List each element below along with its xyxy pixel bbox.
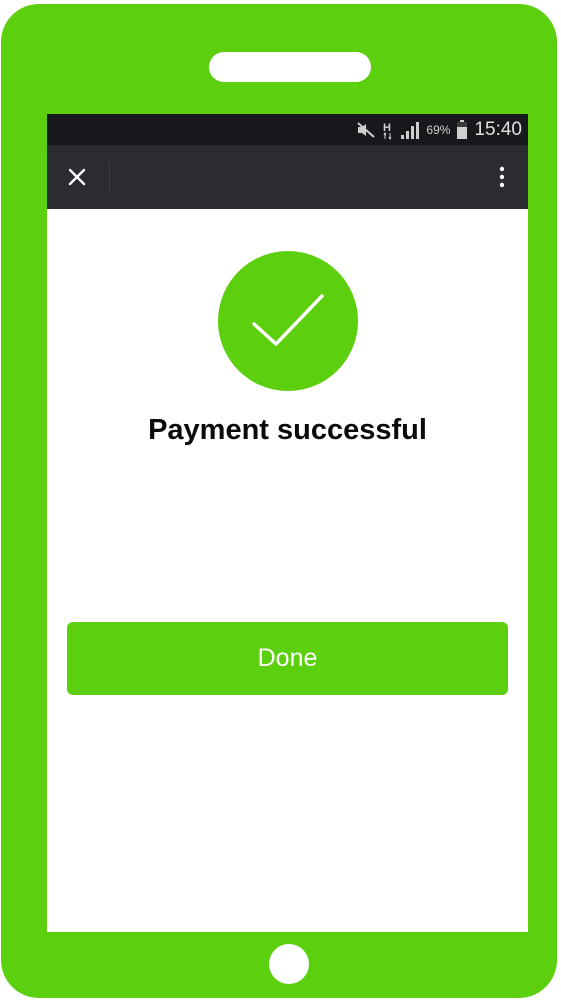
overflow-menu-button[interactable] bbox=[490, 159, 514, 195]
battery-icon bbox=[456, 119, 468, 140]
phone-home-button bbox=[269, 944, 309, 984]
checkmark-icon bbox=[252, 294, 324, 346]
app-bar-divider bbox=[109, 161, 110, 193]
close-button[interactable] bbox=[59, 159, 95, 195]
mute-icon bbox=[356, 121, 376, 138]
phone-frame: H 69% 15:40 Payment successful Done bbox=[1, 4, 557, 998]
close-icon bbox=[68, 168, 86, 186]
status-time: 15:40 bbox=[474, 118, 522, 140]
phone-speaker bbox=[209, 52, 371, 82]
more-vert-icon bbox=[499, 166, 505, 188]
phone-screen: H 69% 15:40 Payment successful Done bbox=[47, 114, 528, 932]
signal-icon bbox=[400, 121, 420, 139]
network-label: H bbox=[383, 122, 391, 134]
success-badge bbox=[218, 251, 358, 391]
payment-status-title: Payment successful bbox=[148, 414, 427, 446]
status-bar: H 69% 15:40 bbox=[47, 114, 528, 145]
battery-percent: 69% bbox=[426, 122, 451, 137]
done-button[interactable]: Done bbox=[67, 622, 508, 695]
hspa-network-icon: H bbox=[382, 120, 394, 140]
status-icons: H 69% 15:40 bbox=[356, 114, 522, 145]
app-bar bbox=[47, 145, 528, 209]
